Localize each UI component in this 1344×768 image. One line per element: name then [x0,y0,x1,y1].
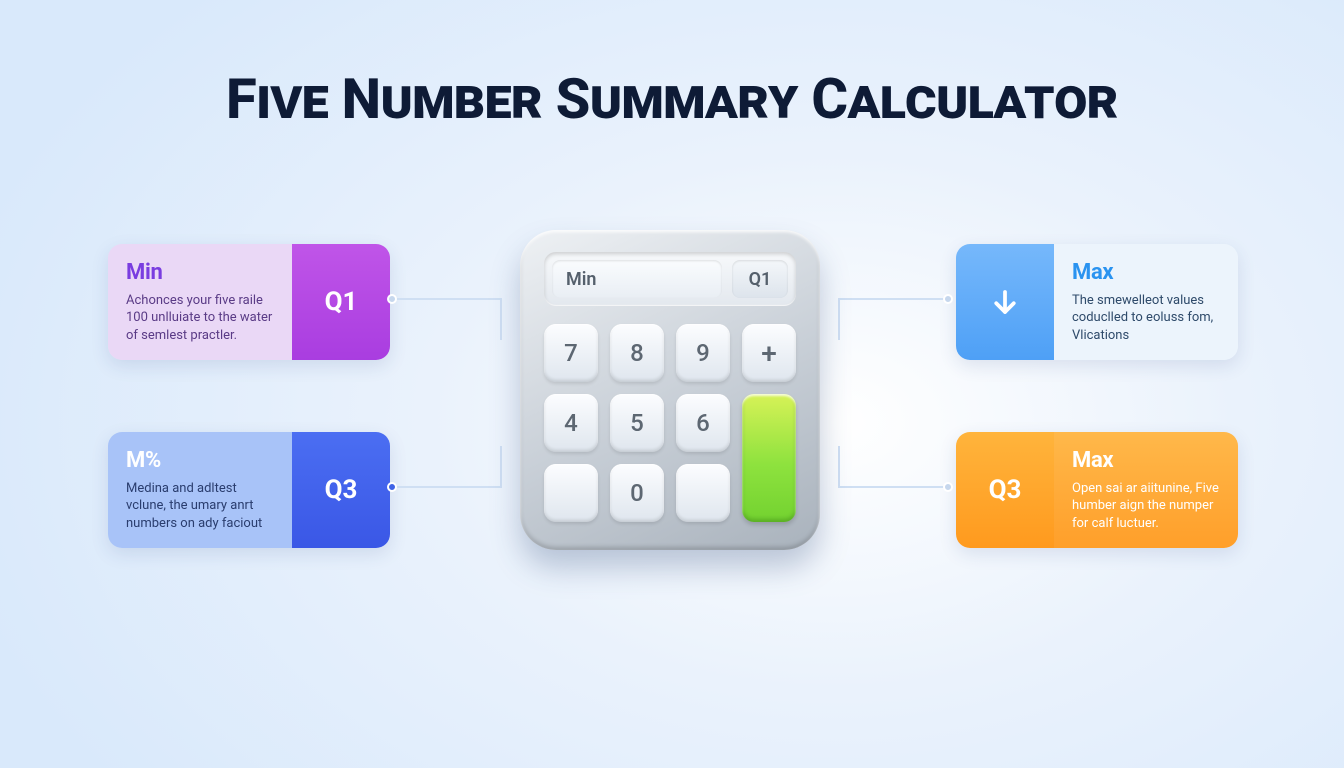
connector-dot [387,294,397,304]
badge-q3-left: Q3 [292,432,390,548]
key-0[interactable]: 0 [610,464,664,522]
key-enter[interactable] [742,394,796,522]
arrow-down-icon [990,287,1020,317]
screen-main: Min [552,260,722,298]
connector-left-top [392,298,502,300]
calculator-screen: Min Q1 [544,252,796,306]
badge-q3-right: Q3 [956,432,1054,548]
key-7[interactable]: 7 [544,324,598,382]
key-blank-left[interactable] [544,464,598,522]
connector-dot [943,294,953,304]
card-median-title: M% [126,446,276,476]
card-min-q1: Min Achonces your five raile 100 unlluia… [108,244,390,360]
card-median-desc: M% Medina and adltest vclune, the umary … [108,432,292,548]
card-min-desc: Min Achonces your five raile 100 unlluia… [108,244,292,360]
badge-arrow-down [956,244,1054,360]
calculator-keypad: 7 8 9 + 4 5 6 0 [544,324,796,522]
card-max-bottom-desc: Max Open sai ar aiitunine, Five humber a… [1054,432,1238,548]
page-title: Five Number Summary Calculator [0,66,1344,132]
card-max-bottom-text: Open sai ar aiitunine, Five humber aign … [1072,480,1222,533]
key-9[interactable]: 9 [676,324,730,382]
key-5[interactable]: 5 [610,394,664,452]
card-max-top-text: The smewelleot values coduclled to eolus… [1072,292,1222,345]
screen-side: Q1 [732,260,788,298]
card-max-bottom-title: Max [1072,446,1222,476]
connector-left-bottom [392,486,502,488]
key-4[interactable]: 4 [544,394,598,452]
card-max-top-title: Max [1072,258,1222,288]
key-8[interactable]: 8 [610,324,664,382]
key-blank-right[interactable] [676,464,730,522]
connector-right-bottom [838,486,948,488]
card-max-top-desc: Max The smewelleot values coduclled to e… [1054,244,1238,360]
card-median-text: Medina and adltest vclune, the umary anr… [126,480,276,533]
key-plus[interactable]: + [742,324,796,382]
card-max-bottom: Q3 Max Open sai ar aiitunine, Five humbe… [956,432,1238,548]
connector-right-top [838,298,948,300]
key-6[interactable]: 6 [676,394,730,452]
card-min-title: Min [126,258,276,288]
connector-dot [943,482,953,492]
card-max-top: Max The smewelleot values coduclled to e… [956,244,1238,360]
calculator: Min Q1 7 8 9 + 4 5 6 0 [520,230,820,550]
badge-q1: Q1 [292,244,390,360]
card-min-text: Achonces your five raile 100 unlluiate t… [126,292,276,345]
connector-dot [387,482,397,492]
card-median-q3: M% Medina and adltest vclune, the umary … [108,432,390,548]
